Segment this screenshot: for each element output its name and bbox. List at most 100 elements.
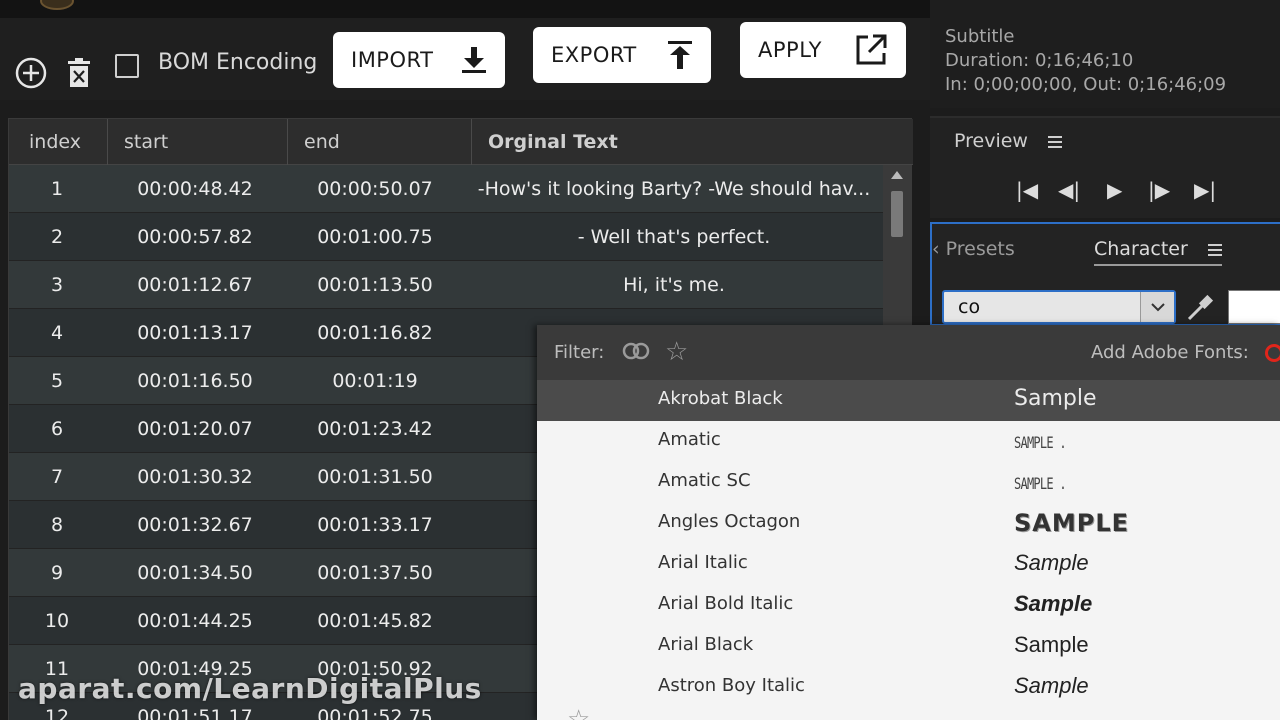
column-header-index[interactable]: index [29,119,81,165]
go-to-start-icon[interactable]: |◀ [1016,178,1038,202]
fill-color-swatch[interactable] [1228,290,1280,324]
scroll-up-icon[interactable] [891,171,903,179]
end-cell[interactable]: 00:01:13.50 [285,261,465,309]
font-family-input[interactable]: co [942,290,1176,324]
add-row-button[interactable] [14,56,48,90]
font-list-item[interactable]: Angles Octagon SAMPLE [537,503,1280,544]
end-cell[interactable]: 00:01:19 [285,357,465,405]
end-cell[interactable]: 00:01:45.82 [285,597,465,645]
creative-cloud-filter-icon[interactable] [621,340,651,362]
apply-label: APPLY [758,38,822,62]
font-family-dropdown-button[interactable] [1140,292,1174,322]
index-cell[interactable]: 9 [9,549,105,597]
end-cell[interactable]: 00:00:50.07 [285,165,465,213]
go-to-end-icon[interactable]: ▶| [1194,178,1216,202]
play-icon[interactable]: ▶ [1107,178,1122,202]
end-cell[interactable]: 00:01:00.75 [285,213,465,261]
index-cell[interactable]: 7 [9,453,105,501]
column-header-text[interactable]: Orginal Text [471,119,618,165]
plus-circle-icon [15,57,47,89]
import-label: IMPORT [351,48,434,72]
info-type: Subtitle [945,26,1015,47]
start-cell[interactable]: 00:01:16.50 [105,357,285,405]
table-row[interactable]: 2 00:00:57.82 00:01:00.75- Well that's per… [9,213,883,261]
index-cell[interactable]: 5 [9,357,105,405]
font-list-item[interactable]: Arial Bold Italic Sample [537,585,1280,626]
font-name: Akrobat Black [658,388,783,409]
font-list-item[interactable]: Astron Boy Italic Sample [537,667,1280,708]
scroll-thumb[interactable] [891,191,903,237]
start-cell[interactable]: 00:00:57.82 [105,213,285,261]
import-button[interactable]: IMPORT [333,32,505,88]
font-sample: SAMPLE . [1014,474,1067,493]
end-cell[interactable]: 00:01:16.82 [285,309,465,357]
index-cell[interactable]: 10 [9,597,105,645]
tab-character[interactable]: Character [1094,238,1188,260]
tab-presets[interactable]: ‹ Presets [932,238,1015,260]
column-header-start[interactable]: start [107,119,168,165]
font-sample: Sample [1014,632,1089,657]
start-cell[interactable]: 00:01:12.67 [105,261,285,309]
text-cell[interactable]: -How's it looking Barty? -We should hav.… [465,165,883,213]
start-cell[interactable]: 00:01:34.50 [105,549,285,597]
sequence-info-panel: Subtitle Duration: 0;16;46;10 In: 0;00;0… [930,0,1280,108]
font-sample: Sample [1014,673,1089,698]
font-list-item[interactable]: Amatic SAMPLE . [537,421,1280,462]
font-name: Arial Black [658,634,754,655]
upload-icon [668,41,692,69]
tab-character-underline [1094,264,1222,266]
export-button[interactable]: EXPORT [533,27,711,83]
column-header-end[interactable]: end [287,119,340,165]
external-link-icon [856,34,887,65]
index-cell[interactable]: 4 [9,309,105,357]
trash-x-icon [68,58,90,87]
font-list-item[interactable]: Arial Italic Sample [537,544,1280,585]
start-cell[interactable]: 00:01:30.32 [105,453,285,501]
table-row[interactable]: 1 00:00:48.42 00:00:50.07 -How's it looking… [9,165,883,213]
font-list-item[interactable]: Amatic SC SAMPLE . [537,462,1280,503]
favorites-filter-star-icon[interactable]: ☆ [665,337,688,367]
index-cell[interactable]: 6 [9,405,105,453]
end-cell[interactable]: 00:01:31.50 [285,453,465,501]
chevron-left-icon: ‹ [932,238,946,260]
table-scrollbar[interactable] [883,165,911,325]
font-dropdown-list: Filter: ☆ Add Adobe Fonts: Akrobat Black… [537,325,1280,720]
font-list-item[interactable]: Arial Black Sample [537,626,1280,667]
table-row[interactable]: 3 00:01:12.67 00:01:13.50 Hi, it's me. [9,261,883,309]
table-header: index start end Orginal Text [9,119,913,165]
end-cell[interactable]: 00:01:23.42 [285,405,465,453]
index-cell[interactable]: 8 [9,501,105,549]
start-cell[interactable]: 00:01:13.17 [105,309,285,357]
start-cell[interactable]: 00:01:20.07 [105,405,285,453]
chevron-down-icon [1150,303,1165,312]
font-name: Arial Bold Italic [658,593,794,614]
character-menu-icon[interactable] [1208,244,1222,256]
tab-presets-label: Presets [945,238,1015,260]
step-forward-icon[interactable]: |▶ [1148,178,1170,202]
font-filter-bar: Filter: ☆ Add Adobe Fonts: [537,325,1280,380]
font-sample: Sample [1014,386,1097,411]
step-back-icon[interactable]: ◀| [1058,178,1080,202]
top-strip [0,0,930,18]
index-cell[interactable]: 3 [9,261,105,309]
apply-button[interactable]: APPLY [740,22,906,78]
font-sample: Sample [1014,591,1093,616]
end-cell[interactable]: 00:01:33.17 [285,501,465,549]
bom-encoding-checkbox[interactable] [115,54,139,78]
eyedropper-icon [1187,294,1214,321]
text-cell[interactable]: Hi, it's me. [465,261,883,309]
index-cell[interactable]: 2 [9,213,105,261]
text-cell[interactable]: - Well that's perfect. [465,213,883,261]
font-list-item[interactable]: Akrobat Black Sample [537,380,1280,421]
end-cell[interactable]: 00:01:37.50 [285,549,465,597]
info-in-out: In: 0;00;00;00, Out: 0;16;46;09 [945,74,1227,95]
delete-row-button[interactable] [64,56,94,90]
adobe-fonts-icon[interactable] [1265,344,1280,362]
preview-menu-icon[interactable] [1048,136,1062,148]
start-cell[interactable]: 00:01:44.25 [105,597,285,645]
eyedropper-button[interactable] [1184,292,1216,324]
favorite-star-icon[interactable]: ☆ [567,705,590,720]
index-cell[interactable]: 1 [9,165,105,213]
start-cell[interactable]: 00:01:32.67 [105,501,285,549]
start-cell[interactable]: 00:00:48.42 [105,165,285,213]
